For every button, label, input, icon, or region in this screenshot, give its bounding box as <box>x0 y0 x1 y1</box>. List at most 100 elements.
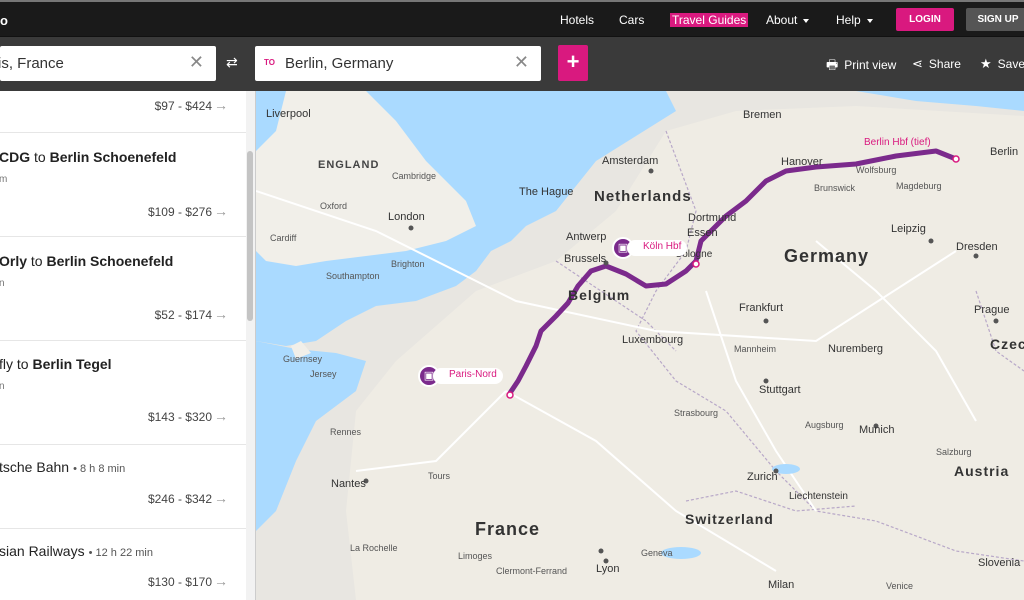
nav-travel-guides[interactable]: Travel Guides <box>670 13 749 27</box>
to-field[interactable]: TO Berlin, Germany ✕ <box>255 46 541 81</box>
station-label-berlin-hbf[interactable]: Berlin Hbf (tief) <box>864 137 931 148</box>
city-label: Nuremberg <box>828 343 884 355</box>
station-label-koln-hbf[interactable]: Köln Hbf <box>627 240 688 256</box>
print-view-label: Print view <box>844 58 897 72</box>
nav-cars[interactable]: Cars <box>619 13 644 27</box>
city-label: Magdeburg <box>896 181 942 191</box>
city-label: Strasbourg <box>674 408 719 418</box>
scrollbar-thumb[interactable] <box>247 151 253 321</box>
route-item[interactable]: CDG to Berlin Schoenefeld m $109 - $276 … <box>0 133 246 237</box>
nav-hotels[interactable]: Hotels <box>560 13 594 27</box>
chevron-down-icon <box>866 18 873 23</box>
city-label: Liechtenstein <box>789 491 848 502</box>
route-title: CDG to Berlin Schoenefeld <box>0 149 177 165</box>
city-label: Hanover <box>781 156 823 168</box>
city-label: Luxembourg <box>622 334 684 346</box>
city-label: Guernsey <box>283 354 323 364</box>
logo-fragment[interactable]: o <box>0 13 8 28</box>
city-label: La Rochelle <box>350 543 398 553</box>
route-price: $109 - $276 <box>147 205 212 219</box>
city-label: Cardiff <box>270 233 297 243</box>
city-label: Brussels <box>564 253 607 265</box>
city-label: Mannheim <box>734 344 777 354</box>
city-label: Milan <box>768 579 795 591</box>
city-label: Bremen <box>743 109 782 121</box>
chevron-right-icon: → <box>214 203 228 219</box>
to-label: TO <box>264 58 275 67</box>
country-label: Switzerland <box>685 511 774 527</box>
city-label: The Hague <box>519 186 574 198</box>
share-icon: ⋖ <box>912 56 923 71</box>
map-canvas[interactable]: Germany Netherlands Belgium France Switz… <box>256 91 1024 600</box>
city-label: Liverpool <box>266 108 311 120</box>
swap-icon[interactable]: ⇄ <box>226 54 238 71</box>
route-item[interactable]: $97 - $424 → <box>0 91 246 133</box>
nav-about[interactable]: About <box>766 13 810 27</box>
city-label: Dresden <box>956 241 998 253</box>
city-label: Prague <box>974 304 1010 316</box>
city-label: Limoges <box>458 551 493 561</box>
from-field[interactable]: is, France ✕ <box>0 46 216 81</box>
login-button[interactable]: LOGIN <box>896 8 954 31</box>
city-label: Stuttgart <box>759 384 801 396</box>
search-bar: is, France ✕ ⇄ TO Berlin, Germany ✕ + 🖶 P… <box>0 37 1024 91</box>
route-subtitle: n <box>0 278 5 289</box>
chevron-down-icon <box>803 18 810 23</box>
city-label: Nantes <box>331 478 366 490</box>
route-title: Orly to Berlin Schoenefeld <box>0 253 174 269</box>
route-title: fly to Berlin Tegel <box>0 356 112 372</box>
nav-help[interactable]: Help <box>836 13 873 27</box>
route-price: $246 - $342 <box>147 492 212 506</box>
share-button[interactable]: ⋖ Share <box>912 56 961 72</box>
clear-to-icon[interactable]: ✕ <box>514 52 529 73</box>
country-label: Netherlands <box>594 188 692 205</box>
country-label: Austria <box>954 463 1010 479</box>
city-label: Brunswick <box>814 183 856 193</box>
city-label: Essen <box>687 227 718 239</box>
chevron-right-icon: → <box>214 408 228 424</box>
city-label: Berlin <box>990 146 1019 158</box>
route-list[interactable]: $97 - $424 → CDG to Berlin Schoenefeld m… <box>0 91 256 600</box>
city-label: Augsburg <box>805 420 844 430</box>
save-button[interactable]: ★ Save <box>980 56 1024 72</box>
city-label: Leipzig <box>891 223 926 235</box>
printer-icon: 🖶 <box>826 57 839 72</box>
station-label-paris-nord[interactable]: Paris-Nord <box>433 368 503 384</box>
route-item[interactable]: sian Railways • 12 h 22 min $130 - $170 → <box>0 529 246 600</box>
route-subtitle: n <box>0 381 5 392</box>
city-label: Tours <box>428 471 451 481</box>
route-title: tsche Bahn • 8 h 8 min <box>0 459 126 475</box>
city-label: Clermont-Ferrand <box>496 566 568 576</box>
nav-help-label: Help <box>836 13 861 27</box>
city-label: Amsterdam <box>602 155 659 167</box>
clear-from-icon[interactable]: ✕ <box>189 52 204 73</box>
country-label: Germany <box>784 246 870 266</box>
city-label: Venice <box>886 581 914 591</box>
route-price: $143 - $320 <box>147 410 212 424</box>
to-value: Berlin, Germany <box>285 55 394 72</box>
nav-about-label: About <box>766 13 798 27</box>
chevron-right-icon: → <box>214 573 228 589</box>
route-price: $97 - $424 <box>154 99 212 113</box>
city-label: Cambridge <box>392 171 437 181</box>
add-destination-button[interactable]: + <box>558 45 588 81</box>
top-navigation: o Hotels Cars Travel Guides About Help L… <box>0 0 1024 37</box>
city-label: Brighton <box>391 259 425 269</box>
signup-button[interactable]: SIGN UP <box>966 8 1024 31</box>
route-item[interactable]: Orly to Berlin Schoenefeld n $52 - $174 … <box>0 237 246 341</box>
route-item[interactable]: tsche Bahn • 8 h 8 min $246 - $342 → <box>0 445 246 529</box>
city-label: London <box>388 211 425 223</box>
print-view-button[interactable]: 🖶 Print view <box>826 56 896 78</box>
city-label: Wolfsburg <box>856 165 897 175</box>
city-label: Dortmund <box>688 212 737 224</box>
route-subtitle: m <box>0 174 7 185</box>
country-label: Belgium <box>568 287 631 303</box>
route-title: sian Railways • 12 h 22 min <box>0 543 153 559</box>
route-item[interactable]: fly to Berlin Tegel n $143 - $320 → <box>0 341 246 445</box>
city-label: Southampton <box>326 271 380 281</box>
chevron-right-icon: → <box>214 306 228 322</box>
route-price: $52 - $174 <box>154 308 212 322</box>
city-label: Slovenia <box>978 557 1021 569</box>
star-icon: ★ <box>980 56 992 71</box>
country-label: France <box>475 519 541 539</box>
